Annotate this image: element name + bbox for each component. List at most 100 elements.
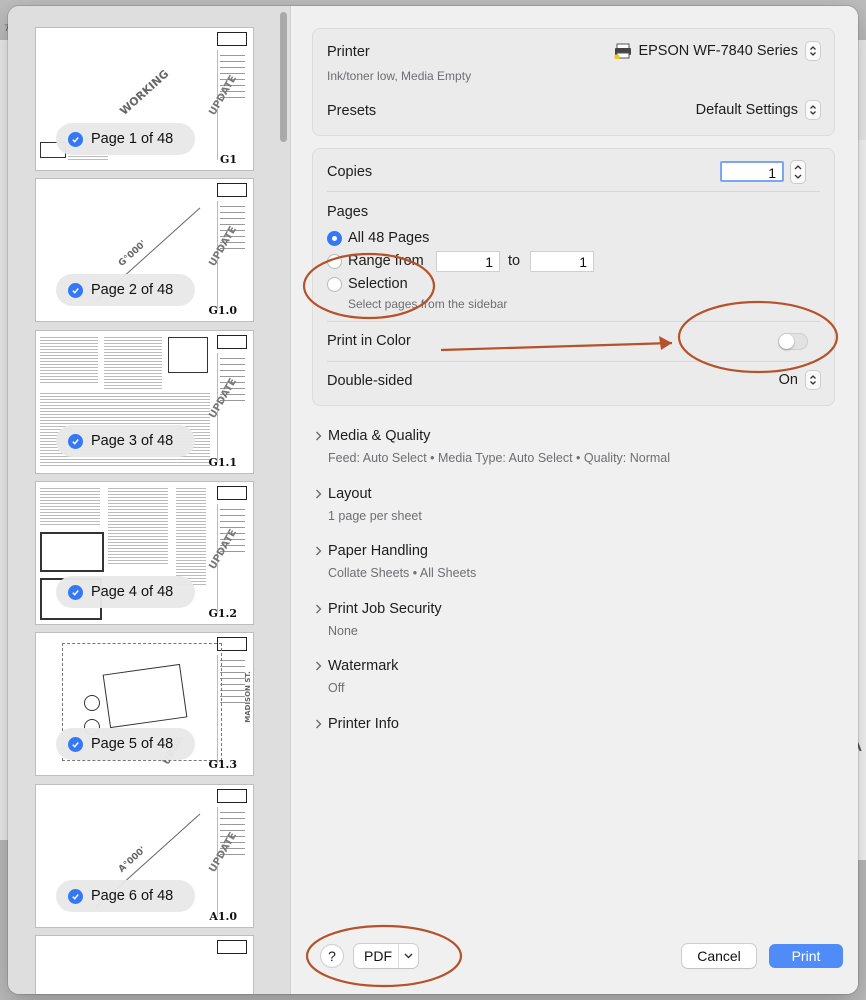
section-title: Layout: [328, 486, 372, 502]
title-block-grid: [217, 183, 247, 197]
section-paper-handling[interactable]: Paper Handling Collate Sheets • All Shee…: [316, 543, 477, 580]
page-selected-pill[interactable]: Page 2 of 48: [56, 274, 196, 306]
page-label: Page 4 of 48: [91, 584, 174, 600]
options-card: Copies 1 Pages All 48 Pages Range from 1…: [312, 148, 835, 406]
section-title: Paper Handling: [328, 543, 428, 559]
checkmark-icon: [68, 584, 83, 600]
help-button[interactable]: ?: [321, 945, 343, 967]
chevron-right-icon: [316, 719, 322, 729]
text-block: [108, 486, 168, 566]
thumbnail-sheet-number: G1.0: [208, 304, 237, 317]
section-media-quality[interactable]: Media & Quality Feed: Auto Select • Medi…: [316, 428, 671, 465]
range-to-label: to: [508, 253, 521, 269]
presets-label: Presets: [327, 103, 377, 119]
chevron-updown-icon: [806, 101, 820, 119]
thumbnail-sheet-number: G1.3: [208, 758, 237, 771]
page-label: Page 6 of 48: [91, 888, 174, 904]
all-pages-label: All 48 Pages: [348, 230, 430, 246]
page-label: Page 2 of 48: [91, 282, 174, 298]
printer-select[interactable]: EPSON WF-7840 Series: [614, 42, 820, 60]
section-summary: 1 page per sheet: [328, 509, 422, 523]
divider: [327, 191, 820, 192]
text-block: [40, 486, 100, 526]
page-label: Page 1 of 48: [91, 131, 174, 147]
radio-range[interactable]: [327, 254, 342, 269]
text-block: [176, 486, 206, 586]
chevron-down-icon: [398, 944, 418, 968]
range-start-input[interactable]: 1: [436, 251, 500, 272]
radio-all-pages[interactable]: [327, 231, 342, 246]
radio-selection[interactable]: [327, 277, 342, 292]
copies-input[interactable]: 1: [720, 161, 784, 182]
divider: [327, 321, 820, 322]
print-options-panel: Printer EPSON WF-7840 Series Ink/toner l…: [292, 6, 858, 994]
printer-status: Ink/toner low, Media Empty: [327, 69, 472, 83]
chevron-right-icon: [316, 661, 322, 671]
printer-value: EPSON WF-7840 Series: [638, 43, 798, 59]
page-label: Page 3 of 48: [91, 433, 174, 449]
chevron-updown-icon: [806, 371, 820, 389]
sidebar-scrollbar[interactable]: [280, 12, 287, 142]
checkmark-icon: [68, 888, 83, 904]
selection-label: Selection: [348, 276, 408, 292]
page-selected-pill[interactable]: Page 1 of 48: [56, 123, 196, 155]
checkmark-icon: [68, 736, 83, 752]
title-block-grid: [217, 789, 247, 803]
checkmark-icon: [68, 433, 83, 449]
thumbnail-sheet-number: G1: [219, 153, 237, 166]
drawing-box: [168, 337, 208, 373]
print-button[interactable]: Print: [769, 944, 843, 968]
section-summary: Collate Sheets • All Sheets: [328, 566, 477, 580]
section-title: Media & Quality: [328, 428, 431, 444]
thumbnail-sheet-number: G1.1: [208, 456, 237, 469]
section-print-job-security[interactable]: Print Job Security None: [316, 601, 442, 638]
page-selected-pill[interactable]: Page 5 of 48: [56, 728, 196, 760]
text-block: [104, 335, 162, 399]
title-block-grid: [217, 335, 247, 349]
pdf-menu-button[interactable]: PDF: [354, 944, 418, 968]
section-summary: Feed: Auto Select • Media Type: Auto Sel…: [328, 451, 671, 465]
text-block: [40, 335, 98, 385]
range-end-input[interactable]: 1: [530, 251, 594, 272]
stepper-icon: [794, 165, 802, 179]
chevron-right-icon: [316, 546, 322, 556]
pages-label: Pages: [327, 204, 369, 220]
page-thumbnail-sidebar[interactable]: WORKING UPDATE G1 Page 1 of 48 G°000' UP…: [8, 6, 291, 994]
page-thumbnail[interactable]: [36, 936, 253, 994]
thumbnail-sheet-number: G1.2: [208, 607, 237, 620]
print-dialog: WORKING UPDATE G1 Page 1 of 48 G°000' UP…: [8, 6, 858, 994]
printer-label: Printer: [327, 44, 370, 60]
section-summary: None: [328, 624, 358, 638]
chevron-right-icon: [316, 604, 322, 614]
presets-select[interactable]: Default Settings: [696, 101, 820, 119]
thumbnail-sheet-number: A1.0: [209, 910, 237, 923]
print-in-color-toggle[interactable]: [778, 333, 808, 350]
double-sided-select[interactable]: On: [779, 371, 820, 389]
page-selected-pill[interactable]: Page 4 of 48: [56, 576, 196, 608]
building-outline: [102, 663, 188, 729]
section-title: Printer Info: [328, 716, 399, 732]
chevron-updown-icon: [806, 42, 820, 60]
title-block-grid: [217, 32, 247, 46]
checkmark-icon: [68, 131, 83, 147]
cancel-button[interactable]: Cancel: [682, 944, 756, 968]
page-selected-pill[interactable]: Page 3 of 48: [56, 425, 196, 457]
section-printer-info[interactable]: Printer Info: [316, 716, 399, 732]
divider: [327, 361, 820, 362]
copies-stepper[interactable]: [791, 161, 805, 183]
thumbnail-watermark: MADISON ST.: [243, 671, 252, 723]
title-block-grid: [217, 940, 247, 954]
thumbnail-watermark: A°000': [116, 845, 149, 875]
section-summary: Off: [328, 681, 345, 695]
section-watermark[interactable]: Watermark Off: [316, 658, 399, 695]
section-title: Watermark: [328, 658, 399, 674]
page-selected-pill[interactable]: Page 6 of 48: [56, 880, 196, 912]
title-block-grid: [217, 486, 247, 500]
section-title: Print Job Security: [328, 601, 442, 617]
page-label: Page 5 of 48: [91, 736, 174, 752]
checkmark-icon: [68, 282, 83, 298]
presets-value: Default Settings: [695, 102, 798, 118]
section-layout[interactable]: Layout 1 page per sheet: [316, 486, 422, 523]
copies-label: Copies: [327, 164, 373, 180]
chevron-right-icon: [316, 489, 322, 499]
